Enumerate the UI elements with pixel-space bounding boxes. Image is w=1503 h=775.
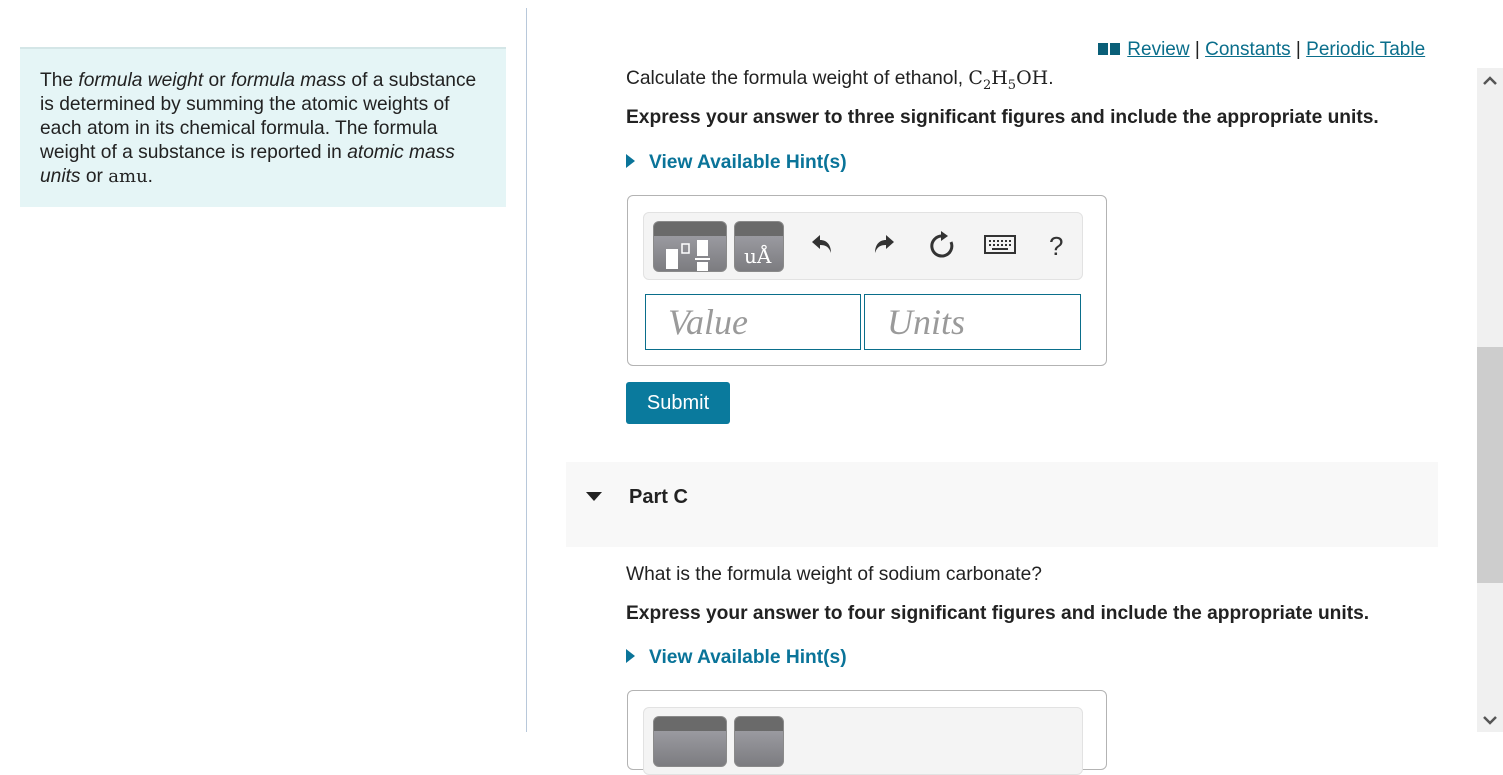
units-field[interactable]	[864, 294, 1081, 350]
value-field[interactable]	[645, 294, 861, 350]
formula-c: C	[968, 67, 983, 89]
intro-segment: The	[40, 70, 79, 91]
triangle-right-icon	[626, 154, 635, 168]
submit-button[interactable]: Submit	[626, 382, 730, 424]
chevron-down-icon	[1483, 715, 1497, 725]
part-c-view-hints-toggle[interactable]: View Available Hint(s)	[626, 647, 847, 669]
view-hints-toggle[interactable]: View Available Hint(s)	[626, 152, 847, 174]
column-divider	[526, 8, 527, 732]
link-separator: |	[1295, 39, 1301, 60]
constants-link[interactable]: Constants	[1205, 39, 1291, 60]
hint-label: View Available Hint(s)	[649, 152, 847, 173]
part-c-templates-button[interactable]	[653, 716, 727, 767]
intro-segment: .	[147, 166, 154, 187]
caret-down-icon	[586, 492, 602, 501]
vertical-scrollbar[interactable]	[1477, 68, 1503, 732]
templates-icon	[666, 240, 710, 271]
formula-h-sub: 5	[1007, 77, 1017, 93]
part-c-question: What is the formula weight of sodium car…	[626, 564, 1042, 585]
instruction-text: Express your answer to three significant…	[626, 107, 1379, 128]
part-c-math-toolbar	[643, 707, 1083, 775]
resource-links: Review | Constants | Periodic Table	[1098, 39, 1425, 61]
triangle-right-icon	[626, 649, 635, 663]
units-button[interactable]: uÅ	[734, 221, 784, 272]
chevron-up-icon	[1483, 75, 1497, 85]
help-button[interactable]: ?	[1049, 231, 1063, 261]
templates-button[interactable]	[653, 221, 727, 272]
value-input[interactable]	[646, 295, 860, 349]
periodic-table-link[interactable]: Periodic Table	[1306, 39, 1425, 60]
units-input[interactable]	[865, 295, 1080, 349]
redo-icon[interactable]	[870, 231, 896, 263]
formula-h: H	[991, 67, 1008, 89]
intro-text: The formula weight or formula mass of a …	[40, 69, 486, 189]
intro-segment: amu	[108, 166, 148, 187]
undo-icon[interactable]	[810, 231, 836, 263]
answer-box: uÅ ?	[627, 195, 1107, 366]
intro-segment: formula weight	[78, 70, 204, 91]
part-c-units-button[interactable]	[734, 716, 784, 767]
reset-icon[interactable]	[928, 231, 956, 265]
part-c-instruction: Express your answer to four significant …	[626, 603, 1370, 624]
formula-oh: OH	[1016, 67, 1049, 89]
formula-c-sub: 2	[982, 77, 992, 93]
part-c-answer-box	[627, 690, 1107, 775]
intro-segment: or	[80, 166, 109, 187]
link-separator: |	[1194, 39, 1200, 60]
intro-segment: formula mass	[230, 70, 347, 91]
scroll-down-arrow[interactable]	[1477, 710, 1503, 730]
review-link[interactable]: Review	[1127, 39, 1189, 60]
question-text: Calculate the formula weight of ethanol,…	[626, 67, 1054, 93]
part-c-header[interactable]: Part C	[566, 462, 1438, 547]
math-toolbar: uÅ ?	[643, 212, 1083, 280]
part-c-title: Part C	[629, 486, 688, 508]
units-icon: uÅ	[744, 244, 772, 268]
hint-label: View Available Hint(s)	[649, 647, 847, 668]
scroll-thumb[interactable]	[1477, 347, 1503, 583]
intro-segment: or	[203, 70, 231, 91]
scroll-up-arrow[interactable]	[1477, 70, 1503, 90]
keyboard-icon[interactable]	[984, 231, 1016, 261]
book-icon	[1098, 39, 1120, 55]
intro-panel: The formula weight or formula mass of a …	[20, 47, 506, 207]
ethanol-formula: C2H5OH	[968, 67, 1049, 93]
question-prefix: Calculate the formula weight of ethanol,	[626, 68, 969, 89]
question-suffix: .	[1048, 68, 1054, 89]
